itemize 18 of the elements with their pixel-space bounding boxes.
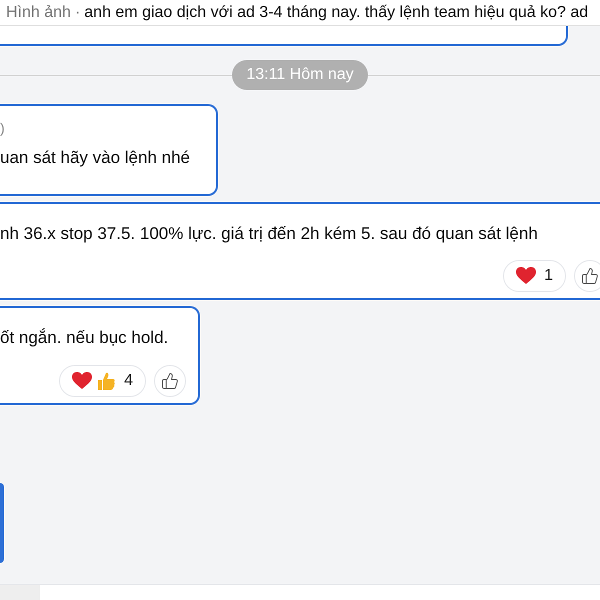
thumbs-up-icon <box>581 267 599 285</box>
thumbs-up-icon <box>96 371 116 391</box>
reaction-count: 4 <box>124 371 133 391</box>
heart-icon <box>516 267 536 285</box>
quoted-text: ) <box>0 119 6 138</box>
like-button[interactable] <box>154 365 186 397</box>
heart-icon <box>72 372 92 390</box>
like-button[interactable] <box>574 260 600 292</box>
message-text: ốt ngắn. nếu bục hold. <box>0 327 170 349</box>
reaction-pill[interactable]: 1 <box>503 260 566 292</box>
quoted-text: anh em giao dịch với ad 3-4 tháng nay. thấy lệnh team hiệu quả ko? ad <box>84 2 588 22</box>
reaction-count: 1 <box>544 266 553 286</box>
quote-label: Hình ảnh <box>6 2 71 22</box>
thumbs-up-icon <box>161 372 179 390</box>
message-text: uan sát hãy vào lệnh nhé <box>0 147 191 169</box>
message-text: nh 36.x stop 37.5. 100% lực. giá trị đến 2h kém 5. sau đó quan sát lệnh <box>0 223 539 245</box>
reaction-pill[interactable]: 4 <box>59 365 146 397</box>
quote-separator: · <box>74 2 80 22</box>
